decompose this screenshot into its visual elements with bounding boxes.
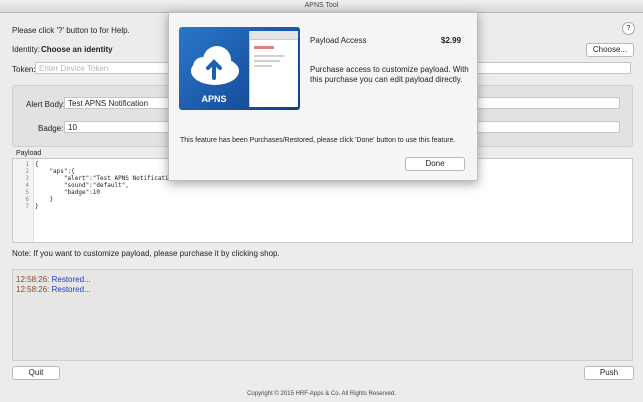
product-description: Purchase access to customize payload. Wi… (310, 65, 469, 84)
help-button[interactable]: ? (622, 22, 635, 35)
badge-label: Badge: (38, 124, 64, 133)
done-button[interactable]: Done (405, 157, 465, 171)
token-label: Token: (12, 65, 36, 74)
payload-label: Payload (16, 150, 42, 157)
push-button[interactable]: Push (584, 366, 634, 380)
product-name: Payload Access (310, 36, 367, 45)
shop-note: Note: If you want to customize payload, … (12, 249, 280, 258)
log-entry: 12:58:26: Restored... (16, 285, 91, 294)
copyright-footer: Copyright © 2015 HRF-Apps & Co. All Righ… (247, 391, 396, 397)
quit-button[interactable]: Quit (12, 366, 60, 380)
alert-body-label: Alert Body: (26, 100, 66, 109)
product-image: APNS (179, 27, 300, 110)
cloud-upload-icon (191, 46, 239, 85)
identity-label: Identity: (12, 45, 41, 54)
product-screenshot (249, 31, 298, 107)
purchase-status: This feature has been Purchases/Restored… (180, 137, 456, 144)
product-image-label: APNS (201, 94, 227, 104)
log-panel: 12:58:26: Restored... 12:58:26: Restored… (12, 269, 633, 361)
identity-value: Choose an identity (41, 45, 113, 54)
help-text: Please click '?' button to for Help. (12, 26, 130, 35)
choose-identity-button[interactable]: Choose... (586, 43, 634, 57)
log-entry: 12:58:26: Restored... (16, 275, 91, 284)
product-price: $2.99 (441, 36, 462, 45)
purchase-dialog: APNS Payload Access $2.99 Purchase acces… (168, 12, 478, 181)
token-placeholder: Enter Device Token (39, 64, 109, 73)
